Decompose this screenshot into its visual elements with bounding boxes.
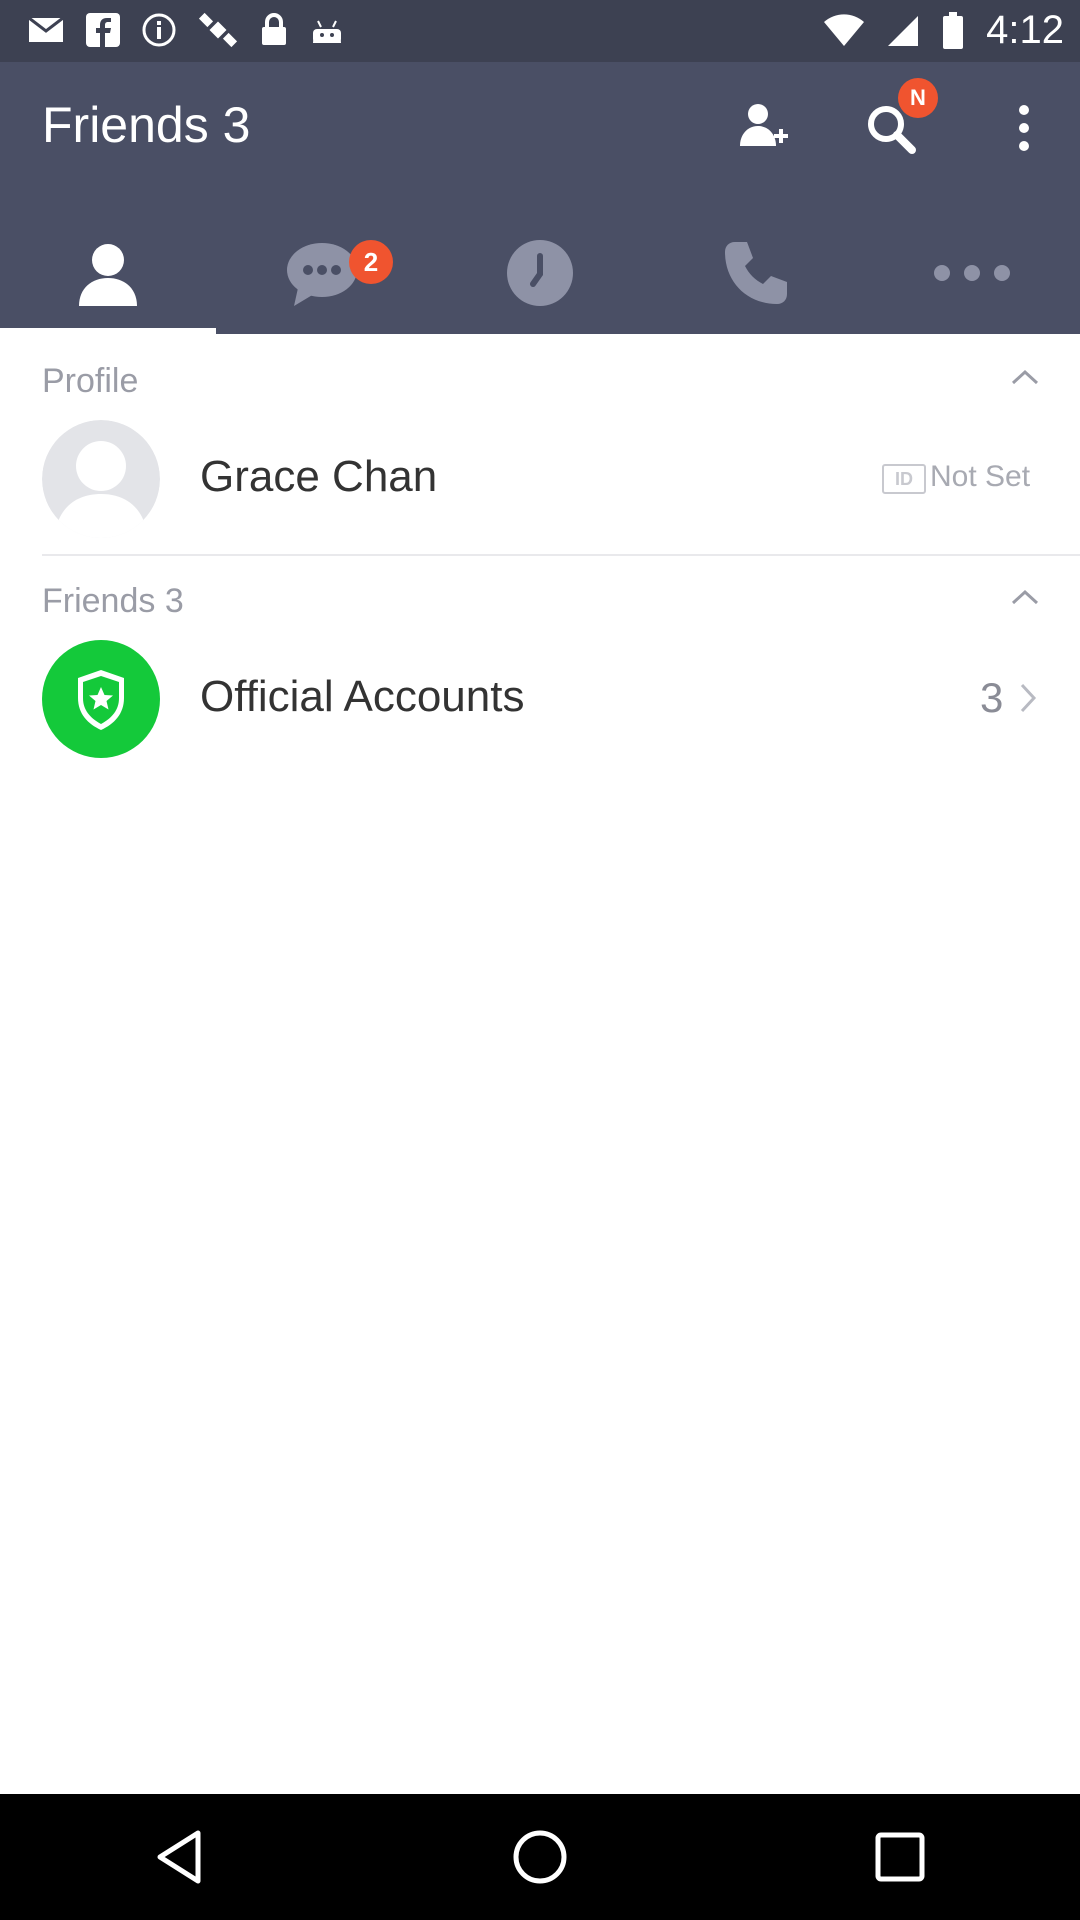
tab-friends[interactable]: [0, 212, 216, 334]
lock-icon: [262, 13, 286, 45]
recents-button[interactable]: [850, 1807, 950, 1907]
recents-icon: [875, 1832, 925, 1882]
overflow-menu-button[interactable]: [992, 96, 1056, 160]
friends-section-label: Friends 3: [42, 582, 184, 620]
profile-collapse-button[interactable]: [1010, 368, 1040, 391]
home-button[interactable]: [490, 1807, 590, 1907]
chevron-up-icon: [1011, 589, 1039, 605]
back-icon: [157, 1830, 201, 1884]
more-icon: [934, 265, 1010, 281]
person-icon: [79, 244, 137, 306]
tab-bar: 2: [0, 212, 1080, 334]
section-divider: [42, 554, 1080, 556]
page-title: Friends 3: [42, 97, 251, 153]
android-icon: [313, 20, 341, 43]
phone-icon: [725, 242, 787, 304]
profile-row[interactable]: Grace Chan ID Not Set: [0, 420, 1080, 540]
chat-icon: [287, 243, 357, 306]
battery-icon: [943, 11, 964, 49]
tab-more[interactable]: [864, 212, 1080, 334]
tab-calls[interactable]: [648, 212, 864, 334]
official-accounts-count: 3: [980, 674, 1004, 721]
tab-timeline[interactable]: [432, 212, 648, 334]
avatar: [42, 420, 160, 538]
system-nav-bar: [0, 1794, 1080, 1920]
official-accounts-avatar: [42, 640, 160, 758]
status-time: 4:12: [986, 8, 1064, 52]
app-header: Friends 3 N 2: [0, 62, 1080, 334]
default-avatar-icon: [42, 420, 160, 538]
status-bar: 4:12: [0, 0, 1080, 62]
add-friend-button[interactable]: [732, 96, 796, 160]
back-button[interactable]: [130, 1807, 230, 1907]
facebook-icon: [86, 13, 120, 47]
chat-badge: 2: [349, 240, 393, 284]
home-icon: [513, 1830, 567, 1884]
info-icon: [142, 13, 176, 47]
mail-icon: [28, 16, 64, 42]
add-friend-icon: [740, 104, 788, 146]
overflow-menu-icon: [1019, 105, 1029, 151]
wifi-icon: [824, 13, 865, 46]
profile-name: Grace Chan: [200, 452, 438, 501]
friends-collapse-button[interactable]: [1010, 588, 1040, 611]
signal-icon: [888, 15, 919, 46]
id-value: Not Set: [930, 460, 1031, 493]
id-badge: ID: [882, 464, 926, 494]
search-button[interactable]: N: [860, 78, 938, 160]
official-accounts-label: Official Accounts: [200, 672, 525, 721]
clock-icon: [507, 240, 573, 306]
satellite-icon: [198, 12, 238, 48]
tab-chats[interactable]: 2: [216, 212, 432, 334]
shield-star-icon: [78, 670, 124, 730]
profile-section-label: Profile: [42, 362, 139, 400]
chevron-right-icon: [1020, 683, 1037, 713]
chevron-up-icon: [1011, 369, 1039, 385]
official-accounts-row[interactable]: Official Accounts 3: [0, 640, 1080, 760]
search-badge: N: [898, 78, 938, 118]
